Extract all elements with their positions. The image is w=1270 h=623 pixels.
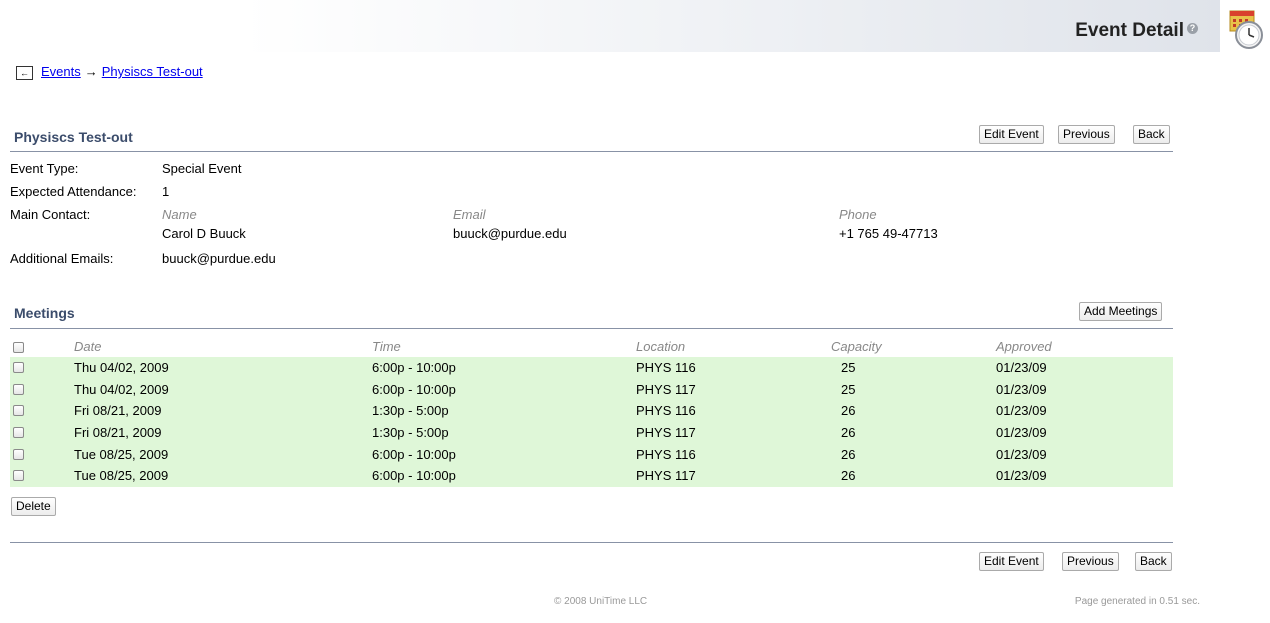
meeting-approved: 01/23/09 [996,403,1047,419]
column-header-date: Date [74,339,102,354]
column-header-time: Time [372,339,401,354]
edit-event-button[interactable]: Edit Event [979,125,1044,144]
meeting-time: 1:30p - 5:00p [372,403,449,419]
contact-name-header: Name [162,207,197,222]
row-checkbox[interactable] [13,470,24,482]
meeting-approved: 01/23/09 [996,381,1047,397]
meeting-time: 1:30p - 5:00p [372,425,449,441]
contact-phone-header: Phone [839,207,877,222]
table-row[interactable]: Tue 08/25, 2009 6:00p - 10:00p PHYS 117 … [10,465,1173,487]
column-header-approved: Approved [996,339,1052,354]
meeting-date: Fri 08/21, 2009 [74,403,162,419]
meetings-table-header: Date Time Location Capacity Approved [10,338,1173,357]
add-meetings-button[interactable]: Add Meetings [1079,302,1163,321]
main-contact-label: Main Contact: [10,207,91,222]
breadcrumb: ← Events → Physiscs Test-out [16,64,203,80]
event-type-value: Special Event [162,161,242,176]
meeting-location: PHYS 117 [636,425,696,441]
meeting-location: PHYS 116 [636,360,696,375]
meeting-capacity: 26 [841,468,856,484]
copyright-text: © 2008 UniTime LLC [554,596,648,607]
additional-emails-value: buuck@purdue.edu [162,251,276,266]
meeting-approved: 01/23/09 [996,425,1047,441]
column-header-capacity: Capacity [831,339,882,354]
meeting-capacity: 26 [841,403,856,419]
meeting-date: Tue 08/25, 2009 [74,446,169,462]
page-title: Event Detail? [1075,20,1198,42]
row-checkbox[interactable] [13,427,24,439]
meetings-section-divider [10,328,1173,329]
previous-button-bottom[interactable]: Previous [1062,552,1119,571]
meeting-capacity: 26 [841,446,856,462]
contact-email-header: Email [453,207,486,222]
meeting-capacity: 26 [841,425,856,441]
meeting-time: 6:00p - 10:00p [372,468,456,484]
delete-button[interactable]: Delete [11,497,56,516]
breadcrumb-event-link[interactable]: Physiscs Test-out [102,64,203,79]
meeting-date: Thu 04/02, 2009 [74,381,169,397]
meeting-date: Tue 08/25, 2009 [74,468,169,484]
meeting-time: 6:00p - 10:00p [372,381,456,397]
meeting-date: Thu 04/02, 2009 [74,360,169,375]
back-button-bottom[interactable]: Back [1135,552,1172,571]
row-checkbox[interactable] [13,383,24,395]
meeting-approved: 01/23/09 [996,360,1047,375]
select-all-checkbox[interactable] [13,342,24,353]
previous-button[interactable]: Previous [1058,125,1115,144]
calendar-clock-icon [1229,10,1263,49]
breadcrumb-separator: → [84,64,98,79]
meeting-location: PHYS 116 [636,446,696,462]
edit-event-button-bottom[interactable]: Edit Event [979,552,1044,571]
expected-attendance-label: Expected Attendance: [10,184,137,199]
table-row[interactable]: Fri 08/21, 2009 1:30p - 5:00p PHYS 116 2… [10,400,1173,422]
event-section-title: Physiscs Test-out [14,129,133,145]
page-title-text: Event Detail [1075,20,1184,41]
meeting-capacity: 25 [841,360,856,375]
row-checkbox[interactable] [13,448,24,460]
meeting-date: Fri 08/21, 2009 [74,425,162,441]
meeting-location: PHYS 117 [636,468,696,484]
row-checkbox[interactable] [13,405,24,417]
meetings-table-body: Thu 04/02, 2009 6:00p - 10:00p PHYS 116 … [10,357,1173,488]
bottom-divider [10,542,1173,543]
contact-phone-value: +1 765 49-47713 [839,226,938,241]
meeting-capacity: 25 [841,381,856,397]
event-section-divider [10,151,1173,152]
table-row[interactable]: Tue 08/25, 2009 6:00p - 10:00p PHYS 116 … [10,444,1173,466]
meeting-approved: 01/23/09 [996,468,1047,484]
breadcrumb-events-link[interactable]: Events [41,64,81,79]
column-header-location: Location [636,339,686,354]
table-row[interactable]: Thu 04/02, 2009 6:00p - 10:00p PHYS 116 … [10,357,1173,379]
meeting-approved: 01/23/09 [996,446,1047,462]
back-arrow-icon[interactable]: ← [16,66,33,80]
meetings-section-title: Meetings [14,305,75,321]
meeting-time: 6:00p - 10:00p [372,360,456,375]
header-band [0,0,1220,52]
meeting-time: 6:00p - 10:00p [372,446,456,462]
row-checkbox[interactable] [13,362,24,373]
meeting-location: PHYS 117 [636,381,696,397]
back-button[interactable]: Back [1133,125,1170,144]
contact-email-value: buuck@purdue.edu [453,226,567,241]
page-generated-text: Page generated in 0.51 sec. [1074,596,1200,607]
contact-name-value: Carol D Buuck [162,226,246,241]
expected-attendance-value: 1 [162,184,170,199]
table-row[interactable]: Fri 08/21, 2009 1:30p - 5:00p PHYS 117 2… [10,422,1173,444]
event-type-label: Event Type: [10,161,79,176]
table-row[interactable]: Thu 04/02, 2009 6:00p - 10:00p PHYS 117 … [10,379,1173,401]
additional-emails-label: Additional Emails: [10,251,114,266]
help-icon[interactable]: ? [1187,23,1198,34]
meeting-location: PHYS 116 [636,403,696,419]
